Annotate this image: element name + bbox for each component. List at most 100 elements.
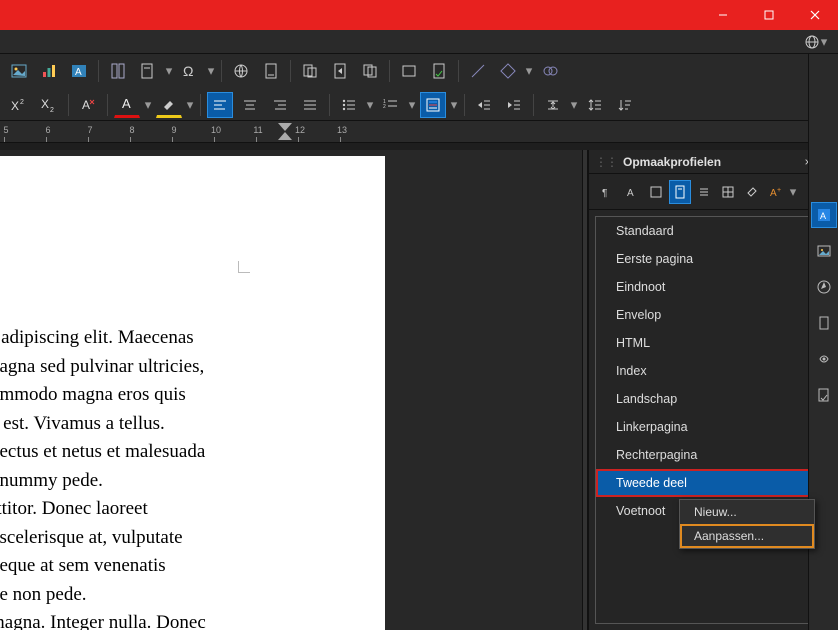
page-break-icon[interactable]: [105, 58, 131, 84]
toolbar-separator: [290, 60, 291, 82]
context-menu-item[interactable]: Aanpassen...: [680, 524, 814, 548]
document-area[interactable]: r adipiscing elit. Maecenasnagna sed pul…: [0, 150, 582, 630]
style-list-item[interactable]: Index: [596, 357, 831, 385]
align-justify-button[interactable]: [297, 92, 323, 118]
style-list-item[interactable]: Linkerpagina: [596, 413, 831, 441]
bookmark-icon[interactable]: [297, 58, 323, 84]
svg-text:+: +: [777, 187, 781, 194]
para-spacing-inc-button[interactable]: [540, 92, 566, 118]
context-menu-item[interactable]: Nieuw...: [680, 500, 814, 524]
chevron-down-icon[interactable]: ▾: [408, 97, 416, 113]
navigator-tab-button[interactable]: [811, 274, 837, 300]
document-text-line: e est. Vivamus a tellus.: [0, 410, 365, 439]
indent-marker-bottom[interactable]: [278, 132, 292, 140]
style-list-item[interactable]: Envelop: [596, 301, 831, 329]
cross-ref-icon[interactable]: [327, 58, 353, 84]
svg-text:A: A: [820, 211, 826, 221]
new-style-button[interactable]: A+: [765, 180, 787, 204]
line-icon[interactable]: [465, 58, 491, 84]
sort-button[interactable]: [612, 92, 638, 118]
align-right-button[interactable]: [267, 92, 293, 118]
window-close-button[interactable]: [792, 0, 838, 30]
decrease-indent-button[interactable]: [501, 92, 527, 118]
styles-panel: ⋮⋮ Opmaakprofielen × ≡ ¶ A A+ ▾ Standaar…: [588, 150, 838, 630]
increase-indent-button[interactable]: [471, 92, 497, 118]
show-changes-icon[interactable]: [426, 58, 452, 84]
horizontal-ruler[interactable]: 5678910111213: [0, 121, 838, 143]
style-inspector-tab-button[interactable]: [811, 346, 837, 372]
indent-marker-top[interactable]: [278, 123, 292, 131]
highlight-color-button[interactable]: [156, 92, 182, 118]
svg-text:2: 2: [20, 99, 24, 106]
special-char-icon[interactable]: Ω: [177, 58, 203, 84]
insert-image-icon[interactable]: [6, 58, 32, 84]
chevron-down-icon[interactable]: ▾: [165, 63, 173, 79]
hyperlink-icon[interactable]: [228, 58, 254, 84]
align-left-button[interactable]: [207, 92, 233, 118]
align-center-button[interactable]: [237, 92, 263, 118]
style-list-item[interactable]: Landschap: [596, 385, 831, 413]
style-list-item[interactable]: Rechterpagina: [596, 441, 831, 469]
fill-format-button[interactable]: [741, 180, 763, 204]
chevron-down-icon[interactable]: ▾: [570, 97, 578, 113]
chevron-down-icon[interactable]: ▾: [207, 63, 215, 79]
table-styles-button[interactable]: [717, 180, 739, 204]
track-changes-icon[interactable]: [396, 58, 422, 84]
insert-textbox-icon[interactable]: A: [66, 58, 92, 84]
globe-icon[interactable]: [804, 34, 820, 50]
line-spacing-button[interactable]: [582, 92, 608, 118]
page-styles-button[interactable]: [669, 180, 691, 204]
formatting-toolbar: X2 X2 A A ▾ ▾ ▾ 12 ▾ ▾ ▾: [6, 88, 832, 118]
toolbar-separator: [68, 94, 69, 116]
style-list-item[interactable]: Eerste pagina: [596, 245, 831, 273]
ruler-number: 8: [124, 125, 140, 135]
character-styles-button[interactable]: A: [621, 180, 643, 204]
ruler-number: 13: [334, 125, 350, 135]
style-list-item[interactable]: Standaard: [596, 217, 831, 245]
gallery-tab-button[interactable]: [811, 238, 837, 264]
toolbar-separator: [389, 60, 390, 82]
panel-grip-icon[interactable]: ⋮⋮: [595, 155, 617, 169]
font-color-button[interactable]: A: [114, 92, 140, 118]
svg-text:2: 2: [50, 107, 54, 114]
comment-icon[interactable]: [357, 58, 383, 84]
styles-tab-button[interactable]: A: [811, 202, 837, 228]
window-minimize-button[interactable]: [700, 0, 746, 30]
document-text-line: neque at sem venenatis: [0, 552, 365, 581]
document-text-line: nectus et netus et malesuada: [0, 438, 365, 467]
clear-formatting-button[interactable]: A: [75, 92, 101, 118]
frame-styles-button[interactable]: [645, 180, 667, 204]
fontwork-icon[interactable]: [537, 58, 563, 84]
chevron-down-icon[interactable]: ▾: [186, 97, 194, 113]
chevron-down-icon[interactable]: ▾: [789, 184, 797, 200]
svg-text:A: A: [770, 188, 777, 199]
chevron-down-icon[interactable]: ▾: [144, 97, 152, 113]
style-list-item[interactable]: Tweede deel: [596, 469, 831, 497]
ruler-number: 6: [40, 125, 56, 135]
list-styles-button[interactable]: [693, 180, 715, 204]
panel-title: Opmaakprofielen: [623, 155, 800, 169]
number-list-button[interactable]: 12: [378, 92, 404, 118]
page-tab-button[interactable]: [811, 310, 837, 336]
subscript-button[interactable]: X2: [36, 92, 62, 118]
chevron-down-icon[interactable]: ▾: [366, 97, 374, 113]
shape-icon[interactable]: [495, 58, 521, 84]
style-list-item[interactable]: HTML: [596, 329, 831, 357]
ruler-number: 9: [166, 125, 182, 135]
paragraph-styles-button[interactable]: ¶: [597, 180, 619, 204]
ruler-number: 7: [82, 125, 98, 135]
style-list[interactable]: StandaardEerste paginaEindnootEnvelopHTM…: [595, 216, 832, 624]
bullet-list-button[interactable]: [336, 92, 362, 118]
chevron-down-icon[interactable]: ▾: [820, 34, 828, 50]
insert-field-icon[interactable]: [135, 58, 161, 84]
chevron-down-icon[interactable]: ▾: [450, 97, 458, 113]
outline-button[interactable]: [420, 92, 446, 118]
window-titlebar: [0, 0, 838, 30]
footnote-icon[interactable]: [258, 58, 284, 84]
window-maximize-button[interactable]: [746, 0, 792, 30]
insert-chart-icon[interactable]: [36, 58, 62, 84]
superscript-button[interactable]: X2: [6, 92, 32, 118]
chevron-down-icon[interactable]: ▾: [525, 63, 533, 79]
style-list-item[interactable]: Eindnoot: [596, 273, 831, 301]
manage-changes-tab-button[interactable]: [811, 382, 837, 408]
